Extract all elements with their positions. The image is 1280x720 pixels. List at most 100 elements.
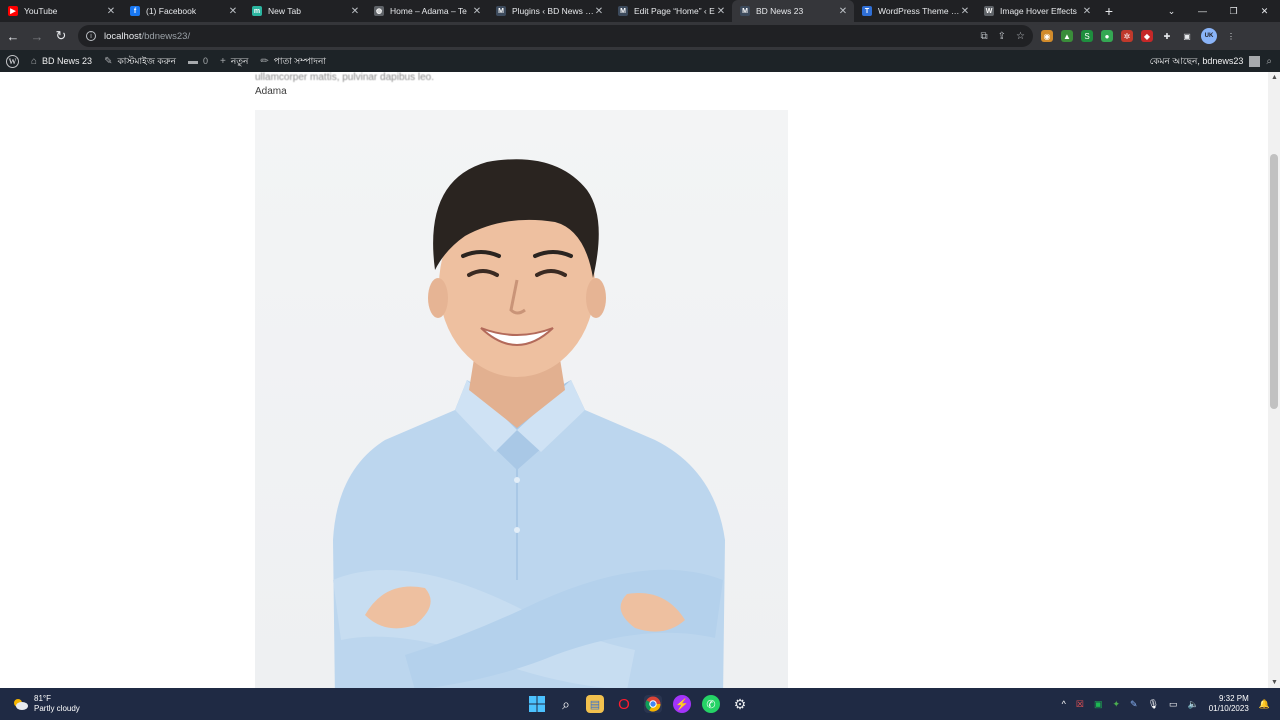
browser-tab[interactable]: T WordPress Theme De ✕ [854,0,976,22]
extension-icon[interactable]: ✲ [1121,30,1133,42]
microphone-icon[interactable]: 🎙 [1148,699,1159,710]
file-explorer-icon[interactable]: ▤ [586,695,604,713]
browser-tab[interactable]: ◍ Home – Adama – Te ✕ [366,0,488,22]
scroll-down-icon[interactable]: ▼ [1271,679,1278,686]
extension-icon[interactable]: S [1081,30,1093,42]
site-name-menu[interactable]: ⌂ BD News 23 [25,50,98,72]
tray-app-icon[interactable]: ☒ [1076,699,1084,710]
close-window-button[interactable]: ✕ [1249,0,1280,22]
side-panel-icon[interactable]: ▣ [1181,30,1193,42]
mk-icon: M [740,6,750,16]
system-tray: ^ ☒ ▣ ✦ ✎ 🎙 ▭ 🔈 9:32 PM 01/10/2023 🔔 [1062,688,1270,720]
browser-tab[interactable]: m New Tab ✕ [244,0,366,22]
chevron-up-icon[interactable]: ^ [1062,699,1066,709]
edit-page-link[interactable]: ✏ পাতা সম্পাদনা [254,50,332,72]
comments-link[interactable]: ▬ 0 [182,50,214,72]
profile-photo [255,110,788,688]
account-greeting[interactable]: কেমন আছেন, bdnews23 [1150,54,1244,69]
page-content: ullamcorper mattis, pulvinar dapibus leo… [0,72,1268,688]
avatar[interactable] [1249,55,1261,67]
mk-icon: M [618,6,628,16]
browser-tab[interactable]: f (1) Facebook ✕ [122,0,244,22]
wp-logo-menu[interactable]: W [0,50,25,72]
temperature: 81°F [34,694,51,703]
profile-avatar[interactable]: UK [1201,28,1217,44]
tab-title: WordPress Theme De [878,6,960,16]
new-content-menu[interactable]: + নতুন [214,50,254,72]
site-info-icon[interactable]: i [86,31,96,41]
tray-app-icon[interactable]: ✦ [1112,699,1120,710]
tab-title: Home – Adama – Te [390,6,467,16]
partly-cloudy-icon [14,699,28,710]
plus-icon: + [219,55,226,67]
browser-tab[interactable]: M BD News 23 ✕ [732,0,854,22]
restore-button[interactable]: ❐ [1218,0,1249,22]
tab-close-icon[interactable]: ✕ [838,6,848,17]
globe-icon: ◍ [374,6,384,16]
puzzle-icon[interactable]: ✚ [1161,30,1173,42]
extension-icon[interactable]: ◆ [1141,30,1153,42]
forward-button[interactable]: → [26,25,48,47]
share-icon[interactable]: ⇪ [998,31,1006,42]
tab-close-icon[interactable]: ✕ [350,6,360,17]
translate-icon[interactable]: ⧉ [981,31,988,42]
weather-widget[interactable]: 81°F Partly cloudy [0,694,80,714]
scrollbar-thumb[interactable] [1270,154,1278,409]
more-menu-icon[interactable]: ⋮ [1225,30,1237,42]
volume-icon[interactable]: 🔈 [1188,699,1199,710]
browser-tab[interactable]: M Plugins ‹ BD News 23 ✕ [488,0,610,22]
person-illustration [333,159,725,688]
tray-app-icon[interactable]: ▣ [1094,699,1103,710]
weather-condition: Partly cloudy [34,704,80,713]
td-icon: T [862,6,872,16]
network-icon[interactable]: ▭ [1169,699,1178,710]
minimize-button[interactable]: — [1187,0,1218,22]
search-icon[interactable]: ⌕ [1266,56,1272,67]
browser-tab[interactable]: M Edit Page “Home” ‹ E ✕ [610,0,732,22]
youtube-icon: ▶ [8,6,18,16]
home-icon: ⌂ [31,55,38,67]
back-button[interactable]: ← [2,25,24,47]
messenger-icon[interactable]: ⚡ [673,695,691,713]
date: 01/10/2023 [1208,704,1249,713]
wp-admin-bar: W ⌂ BD News 23 ✎ কাস্টমাইজ করুন ▬ 0 + নতুন ✏… [0,50,1280,72]
tab-title: YouTube [24,6,58,16]
tray-app-icon[interactable]: ✎ [1130,699,1138,710]
windows-taskbar: 81°F Partly cloudy ⌕ ▤ O ⚡ ✆ ⚙ ^ ☒ ▣ ✦ ✎… [0,688,1280,720]
clock[interactable]: 9:32 PM 01/10/2023 [1209,694,1249,714]
opera-icon[interactable]: O [615,695,633,713]
extension-icon[interactable]: ▲ [1061,30,1073,42]
whatsapp-icon[interactable]: ✆ [702,695,720,713]
customize-link[interactable]: ✎ কাস্টমাইজ করুন [98,50,182,72]
window-controls: ⌄ — ❐ ✕ [1156,0,1280,22]
page-scrollbar[interactable]: ▲ ▼ [1268,72,1280,688]
extension-icon[interactable]: ◉ [1041,30,1053,42]
tab-close-icon[interactable]: ✕ [960,6,970,17]
new-tab-button[interactable]: + [1098,0,1120,22]
facebook-icon: f [130,6,140,16]
browser-tab[interactable]: ▶ YouTube ✕ [0,0,122,22]
windows-start-icon[interactable] [528,695,546,713]
tab-close-icon[interactable]: ✕ [594,6,604,17]
time: 9:32 PM [1218,694,1249,703]
search-icon[interactable]: ⌕ [557,695,575,713]
url-path: /bdnews23/ [141,30,191,42]
new-label: নতুন [230,55,249,66]
bookmark-star-icon[interactable]: ☆ [1016,31,1025,42]
customize-label: কাস্টমাইজ করুন [117,55,176,66]
tab-close-icon[interactable]: ✕ [716,6,726,17]
tab-search-icon[interactable]: ⌄ [1156,0,1187,22]
tab-close-icon[interactable]: ✕ [106,6,116,17]
tab-close-icon[interactable]: ✕ [228,6,238,17]
address-bar[interactable]: i localhost/bdnews23/ ⧉ ⇪ ☆ [78,25,1033,47]
settings-gear-icon[interactable]: ⚙ [731,695,749,713]
reload-button[interactable]: ↻ [50,25,72,47]
tab-close-icon[interactable]: ✕ [1082,6,1092,17]
scroll-up-icon[interactable]: ▲ [1271,74,1278,81]
tab-close-icon[interactable]: ✕ [472,6,482,17]
notification-bell-icon[interactable]: 🔔 [1259,699,1270,710]
taskbar-apps: ⌕ ▤ O ⚡ ✆ ⚙ [528,688,749,720]
extension-icon[interactable]: ● [1101,30,1113,42]
browser-tab[interactable]: W Image Hover Effects ✕ [976,0,1098,22]
chrome-icon[interactable] [644,695,662,713]
